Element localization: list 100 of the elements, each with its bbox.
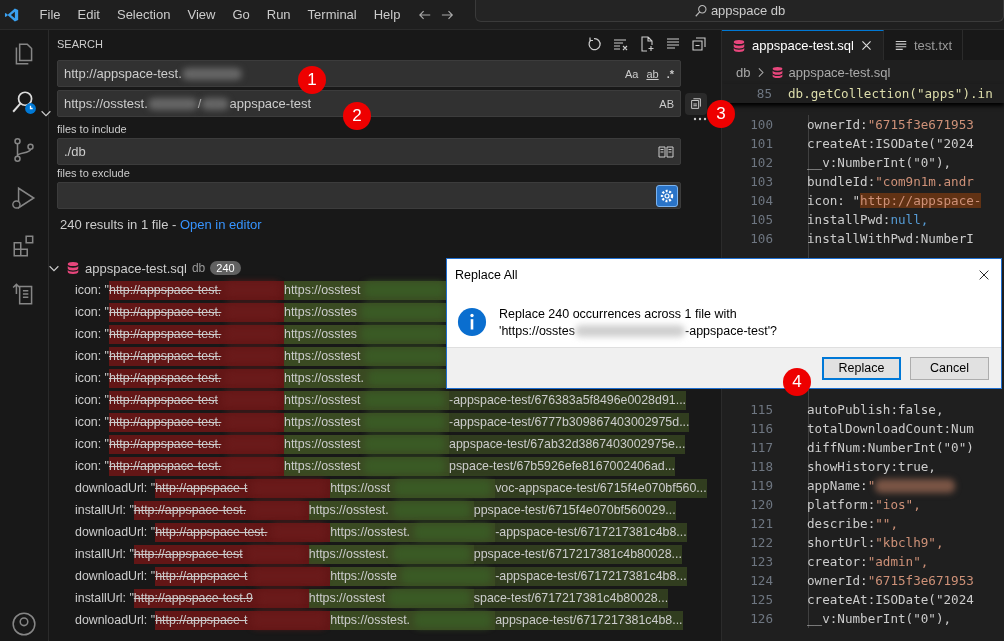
match-context: space-test/6717217381c4b80028... <box>473 588 669 608</box>
settings-toggle-button[interactable] <box>656 184 678 207</box>
replacement-text: https://osstest <box>308 591 386 605</box>
removed-text: http://appspace-test.9 <box>133 591 253 605</box>
line-number: 103 <box>749 174 773 189</box>
code-value: "kbclh9", <box>875 535 944 550</box>
code-key: autoPublish: <box>807 402 898 417</box>
match-context: icon: " <box>75 459 109 473</box>
line-number: 125 <box>749 592 773 607</box>
match-context: icon: " <box>75 437 109 451</box>
match-context: ppspace-test/6717217381c4b80028... <box>473 544 682 564</box>
redacted-blur <box>201 97 230 110</box>
code-value: null, <box>890 212 929 227</box>
removed-text: http://appspace-test. <box>109 437 222 451</box>
removed-text: http://appspace-test. <box>133 503 247 517</box>
breadcrumb-item[interactable]: appspace-test.sql <box>788 64 891 80</box>
line-number: 124 <box>749 573 773 588</box>
redacted-blur <box>181 67 242 80</box>
replacement-text: https://osstest <box>284 283 361 297</box>
dialog-message: 'https://osstes <box>499 323 576 338</box>
field-label: files to exclude <box>57 167 131 179</box>
code-key: ownerId: <box>807 117 868 132</box>
menu-item[interactable]: File <box>31 7 70 22</box>
match-count-badge: 240 <box>210 261 241 275</box>
line-number: 126 <box>749 611 773 626</box>
code-key: createAt: <box>807 136 876 151</box>
replacement-text: https://osstest. <box>308 503 389 517</box>
exclude-field[interactable] <box>57 182 681 209</box>
close-icon[interactable] <box>859 39 873 52</box>
removed-text: http://appspace-test <box>109 393 218 407</box>
menu-item[interactable]: Help <box>365 7 409 22</box>
removed-text: http://appspace-t <box>155 569 248 583</box>
search-icon[interactable] <box>11 89 37 115</box>
include-field[interactable]: ./db <box>57 138 681 165</box>
code-value: http://appspace- <box>860 193 982 208</box>
cancel-button[interactable]: Cancel <box>910 356 989 380</box>
new-file-icon[interactable] <box>639 36 655 52</box>
replacement-text: https://osstest <box>284 459 361 473</box>
match-context: icon: " <box>75 283 109 297</box>
more-icon[interactable] <box>693 117 707 121</box>
book-icon[interactable] <box>658 143 674 160</box>
replacement-text: https://osstest. <box>330 613 411 627</box>
code-value: NumberInt("0"), <box>837 155 952 170</box>
removed-text: http://appspace-t <box>155 481 248 495</box>
replacement-text: https://osstest. <box>284 371 364 385</box>
code-key: installWithPwd: <box>807 231 921 246</box>
clear-results-icon[interactable] <box>613 36 629 52</box>
refresh-icon[interactable] <box>587 36 603 52</box>
removed-text: http://appspace-test. <box>109 459 222 473</box>
menu-item[interactable]: Go <box>223 7 259 22</box>
preserve-case-option[interactable]: AB <box>659 97 674 110</box>
code-key: creator: <box>807 554 868 569</box>
replacement-text: https://osstest. <box>330 525 411 539</box>
match-context: icon: " <box>75 305 109 319</box>
search-option[interactable]: Aa <box>624 67 639 80</box>
menu-item[interactable]: Selection <box>108 7 179 22</box>
close-icon[interactable] <box>977 268 991 282</box>
code-value: NumberInt("0") <box>867 440 974 455</box>
code-key: platform: <box>807 497 876 512</box>
replace-button[interactable]: Replace <box>822 356 901 380</box>
code-value: NumberI <box>920 231 974 246</box>
code-key: appName: <box>807 478 868 493</box>
panel-title: SEARCH <box>57 38 103 50</box>
code-key: shortUrl: <box>807 535 876 550</box>
list-view-icon[interactable] <box>665 36 681 52</box>
menu-item[interactable]: Terminal <box>299 7 366 22</box>
line-number: 106 <box>749 231 773 246</box>
code-value: ISODate("2024 <box>875 136 974 151</box>
replace-all-icon <box>689 96 703 111</box>
redacted-blur <box>147 97 198 110</box>
search-option[interactable]: ab <box>646 67 659 80</box>
replacement-text: https://osstes <box>284 305 358 319</box>
menu-item[interactable]: View <box>178 7 224 22</box>
search-option[interactable]: .* <box>666 67 674 80</box>
match-context: -appspace-test/6717217381c4b8... <box>495 566 687 586</box>
account-icon[interactable] <box>11 611 37 637</box>
collapse-all-icon[interactable] <box>691 36 707 52</box>
code-value: " <box>867 478 876 493</box>
code-key: __v: <box>807 611 838 626</box>
source-control-icon[interactable] <box>11 137 37 163</box>
menu-item[interactable]: Edit <box>69 7 109 22</box>
code-value: "com9n1m.andr <box>875 174 974 189</box>
editor-tab[interactable]: appspace-test.sql <box>722 30 884 60</box>
run-debug-icon[interactable] <box>11 185 37 211</box>
open-in-editor-link[interactable]: Open in editor <box>179 217 262 232</box>
match-context: installUrl: " <box>75 503 134 517</box>
file-name[interactable]: appspace-test.sql <box>85 260 187 276</box>
code-value: "ios", <box>875 497 921 512</box>
database-icon <box>732 38 746 53</box>
match-context: downloadUrl: " <box>75 525 156 539</box>
line-number: 119 <box>749 478 773 493</box>
replacement-text: https://osstest <box>284 415 361 429</box>
code-key: showHistory: <box>807 459 898 474</box>
replace-all-button[interactable] <box>685 92 707 115</box>
command-center[interactable]: appspace db <box>475 0 1004 22</box>
match-context: icon: " <box>75 349 109 363</box>
menu-item[interactable]: Run <box>258 7 300 22</box>
editor-tab[interactable]: test.txt <box>883 30 964 60</box>
breadcrumb-item[interactable]: db <box>736 64 751 80</box>
removed-text: http://appspace-test. <box>155 525 268 539</box>
